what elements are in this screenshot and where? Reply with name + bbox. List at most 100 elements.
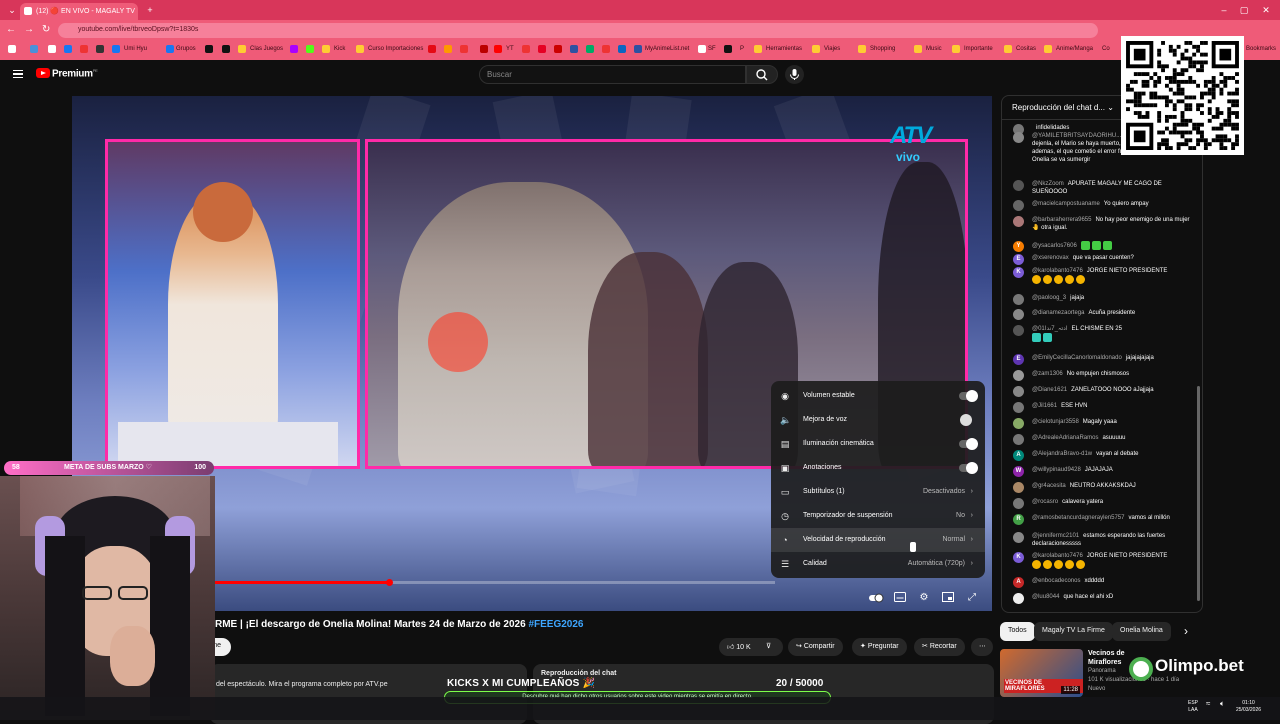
ambient-mode-toggle[interactable] <box>959 438 978 450</box>
bookmark-clas-juegos[interactable]: Clas Juegos <box>250 46 283 52</box>
avatar[interactable]: K <box>1013 267 1024 278</box>
bookmark-icon[interactable] <box>30 45 38 53</box>
bookmark-icon[interactable] <box>64 45 72 53</box>
minimize-icon[interactable]: – <box>1214 3 1234 17</box>
maximize-icon[interactable]: ▢ <box>1234 3 1254 17</box>
bookmark-icon[interactable] <box>205 45 213 53</box>
avatar[interactable]: R <box>1013 514 1024 525</box>
recommended-video-thumbnail[interactable]: VECINOS DE MIRAFLORES 11:28 <box>1000 649 1083 697</box>
bookmark-co[interactable]: Co <box>1102 46 1110 52</box>
bookmark-icon[interactable] <box>112 45 120 53</box>
chat-author[interactable]: @YAMILETBRITSAYDAORIHU... <box>1032 133 1121 139</box>
autoplay-toggle[interactable] <box>868 592 884 604</box>
avatar[interactable] <box>1013 370 1024 381</box>
bookmark-herramientas[interactable]: Herramientas <box>766 46 802 52</box>
bookmark-icon[interactable] <box>522 45 530 53</box>
chat-author[interactable]: @AdrealeAdrianaRamos <box>1032 435 1098 441</box>
all-bookmarks[interactable]: Bookmarks <box>1246 46 1276 52</box>
bookmark-icon[interactable] <box>428 45 436 53</box>
tab-menu-icon[interactable]: ⌄ <box>2 3 22 17</box>
bookmark-myanimelist[interactable]: MyAnimeList.net <box>645 46 689 52</box>
bookmark-icon[interactable] <box>554 45 562 53</box>
avatar[interactable]: W <box>1013 466 1024 477</box>
new-tab-icon[interactable]: + <box>140 3 160 17</box>
chat-author[interactable]: @rocasro <box>1032 499 1058 505</box>
chat-scrollbar[interactable] <box>1197 386 1200 601</box>
chip-onelia-molina[interactable]: Onelia Molina <box>1112 622 1171 641</box>
reload-icon[interactable]: ↻ <box>42 24 50 36</box>
bookmark-icon[interactable] <box>222 45 230 53</box>
avatar[interactable]: Y <box>1013 241 1024 252</box>
chat-author[interactable]: @dianamezaortega <box>1032 310 1084 316</box>
video-hashtag[interactable]: #FEEG2026 <box>528 619 583 630</box>
search-input[interactable]: Buscar <box>479 65 746 84</box>
chevron-right-icon[interactable]: › <box>1184 624 1188 638</box>
setting-annotations[interactable]: ▣ Anotaciones <box>771 456 985 480</box>
bookmark-icon[interactable] <box>538 45 546 53</box>
avatar[interactable]: K <box>1013 552 1024 563</box>
avatar[interactable] <box>1013 180 1024 191</box>
bookmark-shopping[interactable]: Shopping <box>870 46 895 52</box>
clock[interactable]: 01:10 25/03/2026 <box>1236 700 1261 714</box>
bookmark-icon[interactable] <box>618 45 626 53</box>
chat-author[interactable]: @AlejandraBravo-d1w <box>1032 451 1092 457</box>
clip-button[interactable]: ✂ Recortar <box>914 638 965 656</box>
bookmark-icon[interactable] <box>80 45 88 53</box>
chat-author[interactable]: @ادتہ_7ندا01 <box>1032 326 1068 332</box>
back-icon[interactable]: ← <box>6 24 16 36</box>
bookmark-icon[interactable] <box>96 45 104 53</box>
bookmark-icon[interactable] <box>306 45 314 53</box>
bookmark-importante[interactable]: Importante <box>964 46 993 52</box>
avatar[interactable] <box>1013 132 1024 143</box>
scrubber-handle[interactable] <box>385 579 393 586</box>
avatar[interactable] <box>1013 418 1024 429</box>
bookmark-icon[interactable] <box>48 45 56 53</box>
chat-author[interactable]: @Jil1661 <box>1032 403 1057 409</box>
menu-icon[interactable] <box>13 70 23 78</box>
chat-author[interactable]: @paoloog_3 <box>1032 295 1066 301</box>
chat-author[interactable]: @karolabanto7476 <box>1032 268 1083 274</box>
bookmark-kick[interactable]: Kick <box>334 46 345 52</box>
more-actions-icon[interactable]: ⋯ <box>971 638 993 656</box>
bookmark-icon[interactable] <box>698 45 706 53</box>
chat-author[interactable]: @cielotunjar3558 <box>1032 419 1079 425</box>
bookmark-icon[interactable] <box>460 45 468 53</box>
bookmark-sf[interactable]: SF <box>708 46 716 52</box>
avatar[interactable] <box>1013 216 1024 227</box>
share-button[interactable]: ↪ Compartir <box>788 638 843 656</box>
avatar[interactable] <box>1013 482 1024 493</box>
chat-author[interactable]: @xserenovax <box>1032 255 1069 261</box>
bookmark-yt[interactable]: YT <box>506 46 514 52</box>
chat-author[interactable]: @zam1306 <box>1032 371 1063 377</box>
chip-magaly-tv[interactable]: Magaly TV La Firme <box>1034 622 1113 641</box>
chat-author[interactable]: @Diane1621 <box>1032 387 1067 393</box>
bookmark-icon[interactable] <box>444 45 452 53</box>
avatar[interactable]: E <box>1013 254 1024 265</box>
miniplayer-icon[interactable] <box>941 592 955 604</box>
ask-button[interactable]: ✦ Preguntar <box>852 638 907 656</box>
setting-ambient-mode[interactable]: ▤ Iluminación cinemática <box>771 432 985 456</box>
close-window-icon[interactable]: ✕ <box>1256 3 1276 17</box>
chat-author[interactable]: @EmilyCecilIaCanorlomaldonado <box>1032 355 1122 361</box>
youtube-premium-logo[interactable]: PremiumPE <box>52 68 98 79</box>
chat-author[interactable]: @ysacarlos7606 <box>1032 243 1077 249</box>
avatar[interactable]: E <box>1013 354 1024 365</box>
chat-author[interactable]: @ramosbetancurdagneraylen5757 <box>1032 515 1124 521</box>
setting-subtitles[interactable]: ▭ Subtítulos (1) Desactivados › <box>771 480 985 504</box>
setting-quality[interactable]: ☰ Calidad Automática (720p) › <box>771 552 985 576</box>
avatar[interactable] <box>1013 325 1024 336</box>
chat-author[interactable]: @enbocadeconos <box>1032 578 1080 584</box>
avatar[interactable]: A <box>1013 450 1024 461</box>
bookmark-icon[interactable] <box>480 45 488 53</box>
bookmark-anime-manga[interactable]: Anime/Manga <box>1056 46 1093 52</box>
chat-author[interactable]: @NkzZoom <box>1032 181 1064 187</box>
setting-playback-speed[interactable]: ◔ Velocidad de reproducción Normal › <box>771 528 985 552</box>
bookmark-icon[interactable] <box>570 45 578 53</box>
browser-tab-active[interactable]: (12) 🔴 EN VIVO - MAGALY TV <box>20 3 138 20</box>
bookmark-icon[interactable] <box>166 45 174 53</box>
chat-author[interactable]: @barbaraherrera9655 <box>1032 217 1091 223</box>
bookmark-grupos[interactable]: Grupos <box>176 46 196 52</box>
bookmark-icon[interactable] <box>494 45 502 53</box>
chat-author[interactable]: @karolabanto7476 <box>1032 553 1083 559</box>
chip-todos[interactable]: Todos <box>1000 622 1035 641</box>
